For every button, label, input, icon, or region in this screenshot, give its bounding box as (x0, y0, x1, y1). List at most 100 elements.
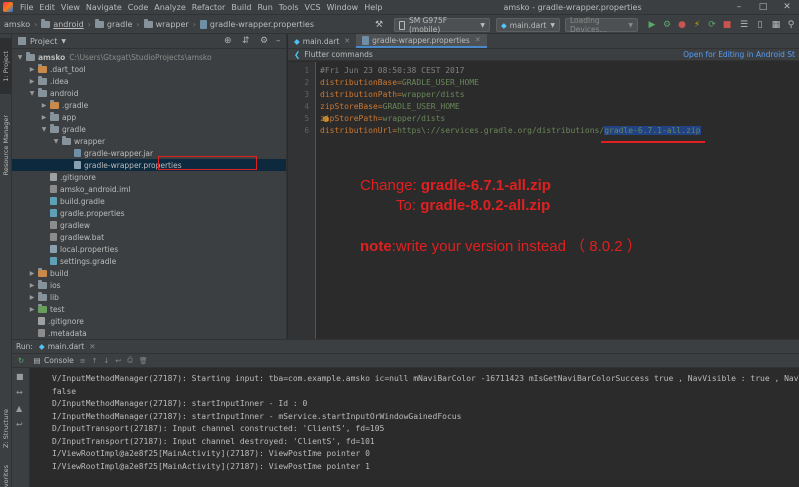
tree-root[interactable]: ▼ amsko C:\Users\Gtxgat\StudioProjects\a… (12, 51, 286, 63)
search-everywhere-icon[interactable]: ⚲ (785, 19, 797, 31)
tree-item[interactable]: .gitignore (12, 171, 286, 183)
file-gradle-icon (50, 257, 57, 265)
project-structure-icon[interactable]: ▦ (770, 19, 782, 31)
structure-tool-tab[interactable]: Z: Structure (0, 404, 12, 452)
soft-wrap-icon[interactable]: ↩ (115, 357, 121, 365)
tab-gradle-wrapper-properties[interactable]: gradle-wrapper.properties ✕ (356, 34, 487, 48)
wrap-icon[interactable]: ↩ (16, 420, 23, 429)
locate-icon[interactable]: ⊕ (224, 36, 232, 46)
tree-item[interactable]: ▼ gradle (12, 123, 286, 135)
menu-file[interactable]: File (17, 3, 36, 12)
rerun-icon[interactable]: ↻ (12, 356, 30, 365)
debug-icon[interactable]: ⚙ (661, 19, 673, 31)
tree-item[interactable]: .metadata (12, 327, 286, 339)
minimize-icon[interactable]: – (727, 2, 751, 12)
open-android-studio-link[interactable]: Open for Editing in Android St (683, 50, 799, 59)
stop-run-icon[interactable]: ■ (16, 372, 24, 381)
tree-item[interactable]: local.properties (12, 243, 286, 255)
tree-item[interactable]: ▶ .dart_tool (12, 63, 286, 75)
tree-item[interactable]: ▼ wrapper (12, 135, 286, 147)
restore-layout-icon[interactable]: ↔ (16, 388, 23, 397)
menu-help[interactable]: Help (361, 3, 385, 12)
tree-item[interactable]: ▼ android (12, 87, 286, 99)
breadcrumb-wrapper[interactable]: wrapper › (140, 18, 196, 29)
tree-item[interactable]: ▶ .gradle (12, 99, 286, 111)
hide-icon[interactable]: – (276, 36, 281, 46)
menu-tools[interactable]: Tools (276, 3, 302, 12)
console-line: I/ViewRootImpl@a2e8f25[MainActivity](271… (52, 449, 370, 458)
chevron-right-icon: ▶ (29, 65, 35, 73)
run-config-tab[interactable]: main.dart (48, 342, 85, 351)
menu-build[interactable]: Build (228, 3, 254, 12)
tree-item[interactable]: gradlew (12, 219, 286, 231)
loading-devices-selector[interactable]: Loading Devices... ▼ (565, 16, 638, 34)
close-tab-icon[interactable]: ✕ (89, 342, 95, 351)
favorites-tool-tab[interactable]: 2: Favorites (0, 458, 12, 487)
tree-item[interactable]: ▶ build (12, 267, 286, 279)
menu-code[interactable]: Code (125, 3, 151, 12)
resource-manager-tab[interactable]: Resource Manager (0, 100, 12, 190)
chevron-down-icon: ▼ (29, 89, 35, 97)
annotation-note-text: :write your version instead （ 8.0.2 ） (391, 238, 642, 255)
attach-icon[interactable]: ⟳ (706, 19, 718, 31)
tree-item[interactable]: ▶ .idea (12, 75, 286, 87)
intention-bulb-icon[interactable] (323, 116, 329, 122)
tree-item[interactable]: settings.gradle (12, 255, 286, 267)
close-tab-icon[interactable]: ✕ (344, 37, 350, 45)
device-manager-icon[interactable]: ▯ (754, 19, 766, 31)
print-icon[interactable]: ⎙ (127, 356, 133, 365)
close-icon[interactable]: ✕ (775, 2, 799, 12)
tree-item[interactable]: gradlew.bat (12, 231, 286, 243)
scroll-up-icon[interactable]: ↑ (92, 357, 98, 365)
collapse-icon[interactable]: ⇵ (242, 36, 250, 46)
breadcrumb-amsko[interactable]: amsko › (0, 20, 37, 29)
console-line: false (52, 386, 77, 396)
tree-item[interactable]: amsko_android.iml (12, 183, 286, 195)
run-config-selector[interactable]: ◆ main.dart ▼ (496, 18, 560, 32)
filter-icon[interactable]: ≡ (80, 357, 86, 365)
file-gradle-icon (50, 197, 57, 205)
menu-navigate[interactable]: Navigate (83, 3, 125, 12)
hammer-icon[interactable]: ⚒ (373, 19, 385, 31)
console-line: D/InputTransport(27187): Input channel d… (52, 436, 375, 446)
breadcrumb-android[interactable]: android › (37, 18, 91, 29)
tree-item[interactable]: ▶ lib (12, 291, 286, 303)
menu-run[interactable]: Run (254, 3, 275, 12)
folder-icon (143, 18, 153, 28)
menu-view[interactable]: View (58, 3, 83, 12)
run-icon[interactable]: ▶ (646, 19, 658, 31)
stop-icon[interactable]: ■ (721, 19, 733, 31)
project-tool-tab[interactable]: 1: Project (0, 38, 12, 94)
device-selector[interactable]: SM G975F (mobile) ▼ (394, 16, 490, 34)
tree-item[interactable]: build.gradle (12, 195, 286, 207)
window-title: amsko - gradle-wrapper.properties (503, 2, 642, 12)
folder-icon (50, 111, 59, 121)
menu-window[interactable]: Window (324, 3, 362, 12)
breadcrumb-file[interactable]: gradle-wrapper.properties (196, 19, 314, 29)
tree-item[interactable]: gradle.properties (12, 207, 286, 219)
breadcrumb-gradle[interactable]: gradle › (91, 18, 140, 29)
menu-edit[interactable]: Edit (36, 3, 58, 12)
clear-icon[interactable]: 🗑 (139, 357, 148, 365)
menu-vcs[interactable]: VCS (302, 3, 324, 12)
tab-main-dart[interactable]: ◆ main.dart ✕ (288, 34, 356, 48)
line-number: 5 (304, 114, 309, 123)
tree-item[interactable]: .gitignore (12, 315, 286, 327)
scroll-down-icon[interactable]: ↓ (104, 357, 110, 365)
menu-refactor[interactable]: Refactor (189, 3, 229, 12)
tree-item[interactable]: ▶ test (12, 303, 286, 315)
gear-icon[interactable]: ⚙ (260, 36, 268, 46)
console-tab[interactable]: Console (44, 356, 74, 365)
sdk-manager-icon[interactable]: ☰ (738, 19, 750, 31)
run-label: Run: (16, 342, 33, 351)
profile-icon[interactable]: ● (676, 19, 688, 31)
menu-analyze[interactable]: Analyze (151, 3, 189, 12)
console-line: I/InputMethodManager(27187): startInputI… (52, 411, 462, 421)
project-panel-header[interactable]: Project ▼ ⊕ ⇵ ⚙ – (12, 34, 286, 49)
hot-reload-icon[interactable]: ⚡ (691, 19, 703, 31)
tree-item[interactable]: ▶ app (12, 111, 286, 123)
pin-icon[interactable]: ▲ (16, 404, 22, 413)
maximize-icon[interactable]: □ (751, 2, 775, 12)
close-tab-icon[interactable]: ✕ (475, 36, 481, 44)
tree-item[interactable]: ▶ ios (12, 279, 286, 291)
